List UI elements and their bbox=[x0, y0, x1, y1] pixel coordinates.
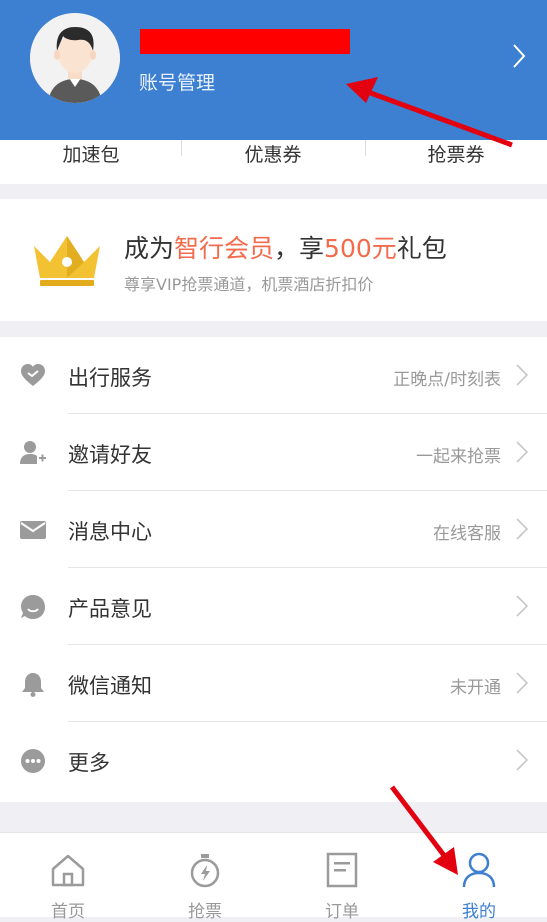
tab-coupons[interactable]: 优惠券 bbox=[182, 140, 364, 168]
menu-item-label: 微信通知 bbox=[68, 674, 152, 698]
username-redaction bbox=[140, 29, 350, 54]
chevron-right-icon bbox=[516, 364, 529, 390]
stopwatch-icon bbox=[190, 854, 220, 888]
more-icon bbox=[20, 748, 46, 774]
chevron-right-icon bbox=[516, 595, 529, 621]
chevron-right-icon bbox=[516, 749, 529, 775]
feedback-icon bbox=[20, 594, 46, 620]
menu-list: 出行服务 正晚点/时刻表 邀请好友 一起来抢票 消息中心 在线客服 产品意见 微… bbox=[0, 337, 547, 802]
tab-ticket-vouchers[interactable]: 抢票券 bbox=[365, 140, 547, 168]
menu-item-product-feedback[interactable]: 产品意见 bbox=[0, 568, 547, 645]
avatar[interactable] bbox=[30, 13, 120, 103]
bell-icon bbox=[20, 671, 46, 697]
tabbar-mine[interactable]: 我的 bbox=[411, 833, 547, 922]
chevron-right-icon bbox=[516, 518, 529, 544]
home-icon bbox=[51, 854, 85, 887]
menu-item-message-center[interactable]: 消息中心 在线客服 bbox=[0, 491, 547, 568]
menu-item-travel-service[interactable]: 出行服务 正晚点/时刻表 bbox=[0, 337, 547, 414]
membership-banner[interactable]: 成为智行会员，享500元礼包 尊享VIP抢票通道，机票酒店折扣价 bbox=[0, 199, 547, 321]
benefit-tabs: 加速包 优惠券 抢票券 bbox=[0, 140, 547, 184]
bottom-tab-bar: 首页 抢票 订单 我的 bbox=[0, 832, 547, 922]
tabbar-label: 我的 bbox=[462, 902, 496, 922]
menu-item-value: 正晚点/时刻表 bbox=[393, 370, 501, 390]
menu-item-label: 出行服务 bbox=[68, 366, 152, 390]
mail-icon bbox=[20, 517, 46, 543]
chevron-right-icon bbox=[516, 441, 529, 467]
order-icon bbox=[326, 852, 358, 888]
tabbar-grab-tickets[interactable]: 抢票 bbox=[137, 833, 273, 922]
menu-item-value: 在线客服 bbox=[433, 524, 501, 544]
user-add-icon bbox=[20, 440, 46, 466]
tabbar-home[interactable]: 首页 bbox=[0, 833, 136, 922]
account-management-link[interactable]: 账号管理 bbox=[139, 68, 215, 95]
tabbar-label: 首页 bbox=[51, 902, 85, 922]
menu-item-value: 未开通 bbox=[450, 678, 501, 698]
menu-item-label: 邀请好友 bbox=[68, 443, 152, 467]
membership-subtitle: 尊享VIP抢票通道，机票酒店折扣价 bbox=[124, 275, 374, 294]
menu-item-wechat-notify[interactable]: 微信通知 未开通 bbox=[0, 645, 547, 722]
menu-item-value: 一起来抢票 bbox=[416, 447, 501, 467]
crown-icon bbox=[30, 232, 104, 292]
profile-header[interactable]: 账号管理 bbox=[0, 0, 547, 140]
tabbar-orders[interactable]: 订单 bbox=[274, 833, 410, 922]
tab-speed-pack[interactable]: 加速包 bbox=[0, 140, 182, 168]
tabbar-label: 订单 bbox=[325, 902, 359, 922]
heart-icon bbox=[20, 363, 46, 389]
menu-item-more[interactable]: 更多 bbox=[0, 722, 547, 799]
menu-item-label: 产品意见 bbox=[68, 597, 152, 621]
menu-item-invite-friends[interactable]: 邀请好友 一起来抢票 bbox=[0, 414, 547, 491]
menu-item-label: 更多 bbox=[68, 751, 110, 775]
menu-item-label: 消息中心 bbox=[68, 520, 152, 544]
tabbar-label: 抢票 bbox=[188, 902, 222, 922]
chevron-right-icon bbox=[516, 672, 529, 698]
chevron-right-icon[interactable] bbox=[512, 43, 526, 73]
membership-title: 成为智行会员，享500元礼包 bbox=[124, 234, 447, 263]
profile-icon bbox=[462, 852, 496, 888]
